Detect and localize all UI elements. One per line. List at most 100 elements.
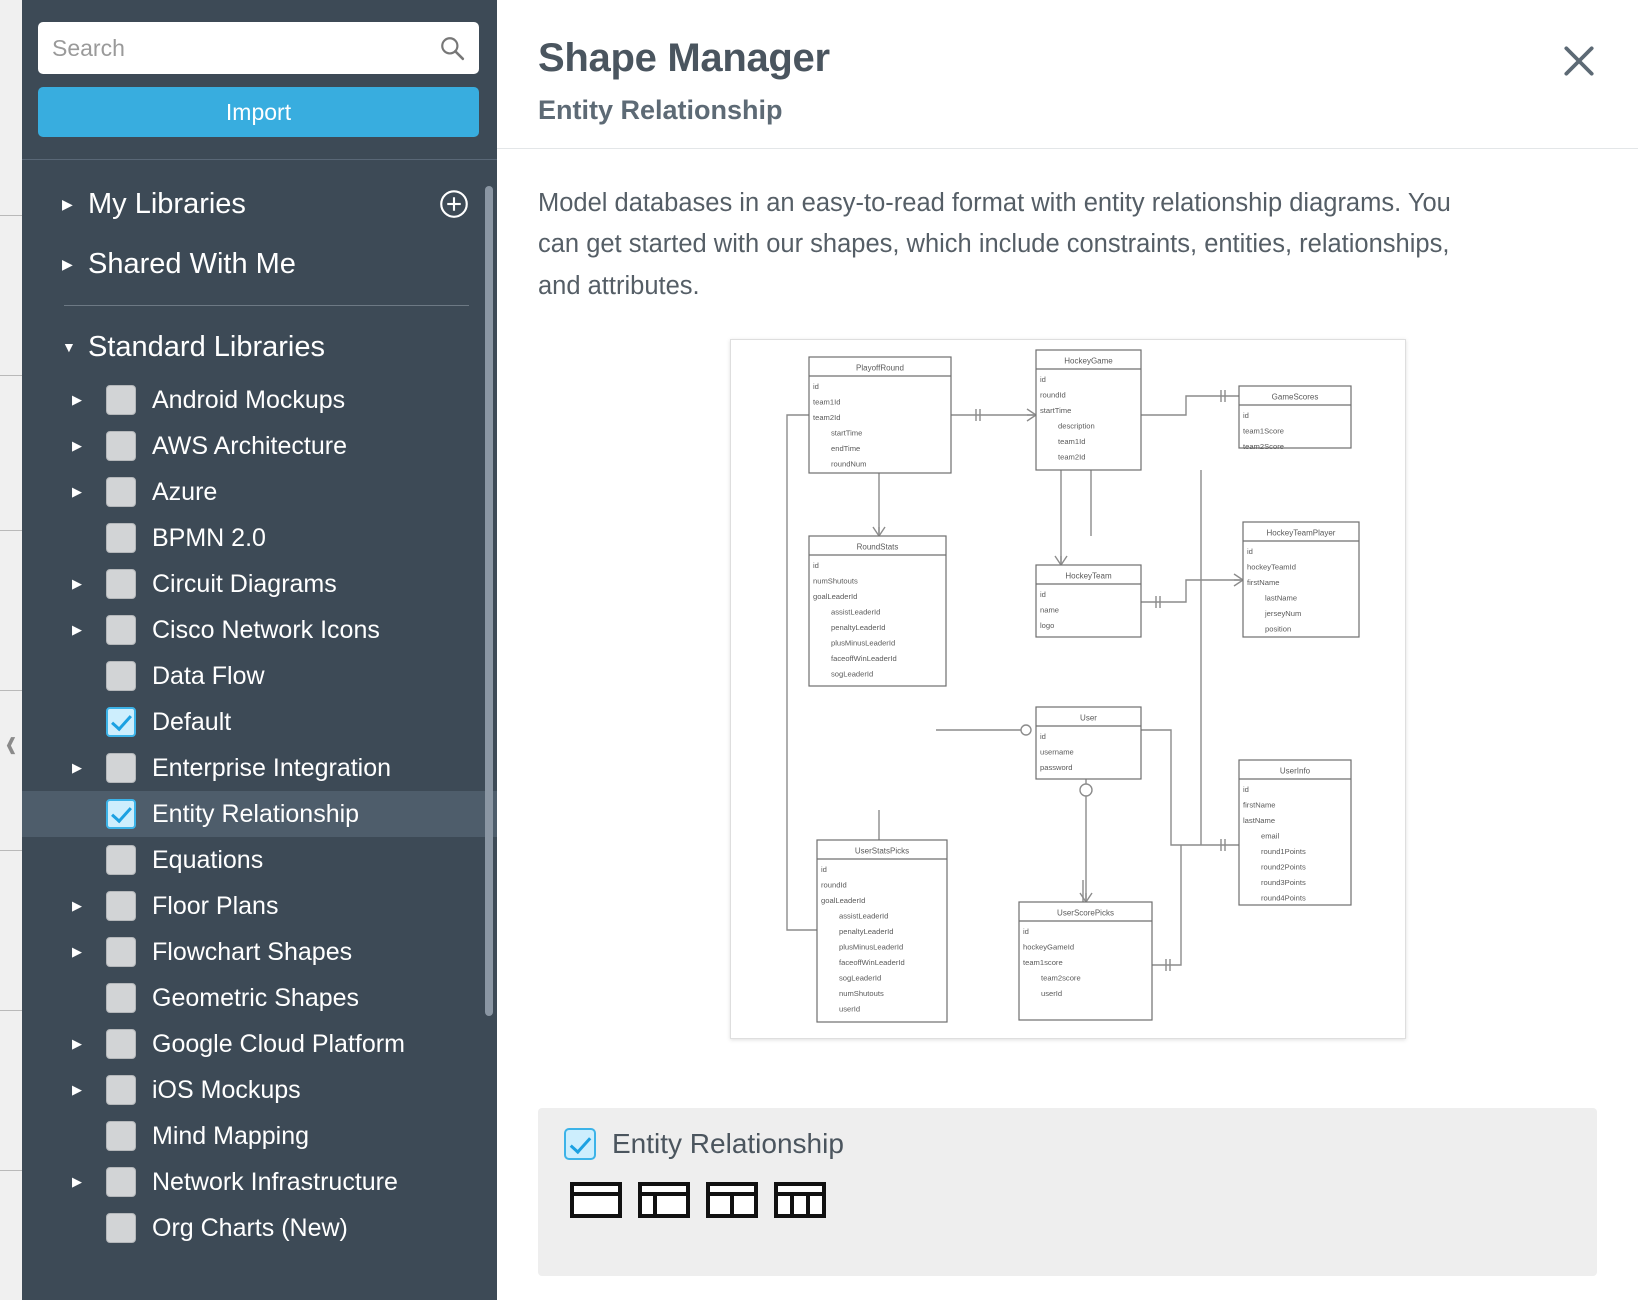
er-field: numShutouts [839,989,884,998]
er-field: round2Points [1261,862,1306,871]
sidebar-item-label: Google Cloud Platform [152,1029,405,1058]
sidebar-item-flowchart-shapes[interactable]: ▶ Flowchart Shapes [22,929,497,975]
sidebar-item-azure[interactable]: ▶ Azure [22,469,497,515]
sidebar-item-aws-architecture[interactable]: ▶ AWS Architecture [22,423,497,469]
library-checkbox[interactable] [106,799,136,829]
chevron-right-icon[interactable]: ▶ [72,576,106,592]
footer-checkbox-row[interactable]: Entity Relationship [564,1128,1571,1160]
sidebar-item-network-infrastructure[interactable]: ▶ Network Infrastructure [22,1159,497,1205]
er-diagram-svg: PlayoffRound id team1Id team2Id startTime end… [785,349,1360,1023]
sidebar-item-label: Floor Plans [152,891,279,920]
chevron-right-icon[interactable]: ▶ [72,1036,106,1052]
library-checkbox[interactable] [106,891,136,921]
table-2-column-equal-shape[interactable] [706,1182,758,1218]
er-field: team2score [1041,973,1081,982]
chevron-right-icon[interactable]: ▶ [72,484,106,500]
sidebar-item-enterprise-integration[interactable]: ▶ Enterprise Integration [22,745,497,791]
add-library-icon[interactable] [439,189,469,219]
library-checkbox[interactable] [106,661,136,691]
er-field: team2Score [1243,442,1284,451]
library-checkbox[interactable] [106,1075,136,1105]
sidebar-item-cisco-network-icons[interactable]: ▶ Cisco Network Icons [22,607,497,653]
library-checkbox[interactable] [106,523,136,553]
library-checkbox[interactable] [106,1167,136,1197]
library-checkbox[interactable] [106,615,136,645]
chevron-right-icon[interactable]: ▶ [72,438,106,454]
table-3-column-shape[interactable] [774,1182,826,1218]
chevron-right-icon[interactable]: ▶ [72,622,106,638]
table-2-column-narrow-shape[interactable] [638,1182,690,1218]
diagram-preview-wrap: PlayoffRound id team1Id team2Id startTime end… [538,338,1597,1039]
library-checkbox[interactable] [106,431,136,461]
er-entity-title: User [1080,713,1097,722]
footer-enable-checkbox[interactable] [564,1128,596,1160]
library-checkbox[interactable] [106,1029,136,1059]
group-label: Shared With Me [88,247,296,280]
chevron-right-icon[interactable]: ▶ [62,196,88,213]
er-entity-title: HockeyTeamPlayer [1266,528,1335,537]
group-shared-with-me[interactable]: ▶ Shared With Me [22,234,497,294]
sidebar-scrollbar-thumb[interactable] [485,186,493,1016]
sidebar-item-entity-relationship[interactable]: Entity Relationship [22,791,497,837]
sidebar-item-label: Circuit Diagrams [152,569,337,598]
er-field: id [1040,590,1046,599]
chevron-right-icon[interactable]: ▶ [72,944,106,960]
er-entity-userstatspicks: UserStatsPicks id roundId goalLeaderId assis… [815,839,948,1023]
library-checkbox[interactable] [106,385,136,415]
library-checkbox[interactable] [106,1121,136,1151]
sidebar-item-mind-mapping[interactable]: Mind Mapping [22,1113,497,1159]
sidebar-item-floor-plans[interactable]: ▶ Floor Plans [22,883,497,929]
page-title: Shape Manager [538,36,830,80]
sidebar-item-bpmn-2-0[interactable]: BPMN 2.0 [22,515,497,561]
group-standard-libraries[interactable]: ▼ Standard Libraries [22,317,497,377]
er-field: team2Id [1058,452,1085,461]
sidebar-item-circuit-diagrams[interactable]: ▶ Circuit Diagrams [22,561,497,607]
sidebar-item-label: Data Flow [152,661,265,690]
library-checkbox[interactable] [106,937,136,967]
sidebar-item-equations[interactable]: Equations [22,837,497,883]
library-checkbox[interactable] [106,983,136,1013]
sidebar-item-ios-mockups[interactable]: ▶ iOS Mockups [22,1067,497,1113]
collapse-panel-arrow-icon[interactable]: ❰ [4,735,18,755]
er-entity-hockeyteam: HockeyTeam id name logo [1034,564,1142,638]
sidebar-item-label: iOS Mockups [152,1075,301,1104]
chevron-down-icon[interactable]: ▼ [62,339,88,355]
search-icon [441,37,465,61]
panel-body: Model databases in an easy-to-read forma… [497,149,1638,1090]
library-checkbox[interactable] [106,569,136,599]
sidebar-scrollbar-track[interactable] [485,172,495,1288]
sidebar-item-data-flow[interactable]: Data Flow [22,653,497,699]
close-icon[interactable] [1560,42,1598,80]
group-my-libraries[interactable]: ▶ My Libraries [22,174,497,234]
library-checkbox[interactable] [106,753,136,783]
sidebar-item-org-charts-new[interactable]: Org Charts (New) [22,1205,497,1251]
er-field: assistLeaderId [839,911,888,920]
chevron-right-icon[interactable]: ▶ [72,898,106,914]
er-field: lastName [1243,816,1275,825]
library-checkbox[interactable] [106,477,136,507]
canvas-edge-strip [0,0,22,1300]
er-field: userId [839,1004,860,1013]
panel-header: Shape Manager Entity Relationship [497,0,1638,149]
chevron-right-icon[interactable]: ▶ [62,256,88,273]
sidebar-item-google-cloud-platform[interactable]: ▶ Google Cloud Platform [22,1021,497,1067]
er-field: jerseyNum [1264,609,1301,618]
er-field: sogLeaderId [831,669,873,678]
chevron-right-icon[interactable]: ▶ [72,392,106,408]
sidebar-item-label: Org Charts (New) [152,1213,348,1242]
er-entity-playoffround: PlayoffRound id team1Id team2Id startTime end… [807,356,952,474]
library-checkbox[interactable] [106,1213,136,1243]
sidebar-item-geometric-shapes[interactable]: Geometric Shapes [22,975,497,1021]
search-input[interactable] [52,34,439,62]
sidebar-header: Import [22,0,497,160]
library-checkbox[interactable] [106,845,136,875]
chevron-right-icon[interactable]: ▶ [72,760,106,776]
chevron-right-icon[interactable]: ▶ [72,1174,106,1190]
import-button[interactable]: Import [38,87,479,137]
sidebar-item-default[interactable]: Default [22,699,497,745]
library-checkbox[interactable] [106,707,136,737]
table-1-column-shape[interactable] [570,1182,622,1218]
search-box[interactable] [38,22,479,74]
sidebar-item-android-mockups[interactable]: ▶ Android Mockups [22,377,497,423]
chevron-right-icon[interactable]: ▶ [72,1082,106,1098]
